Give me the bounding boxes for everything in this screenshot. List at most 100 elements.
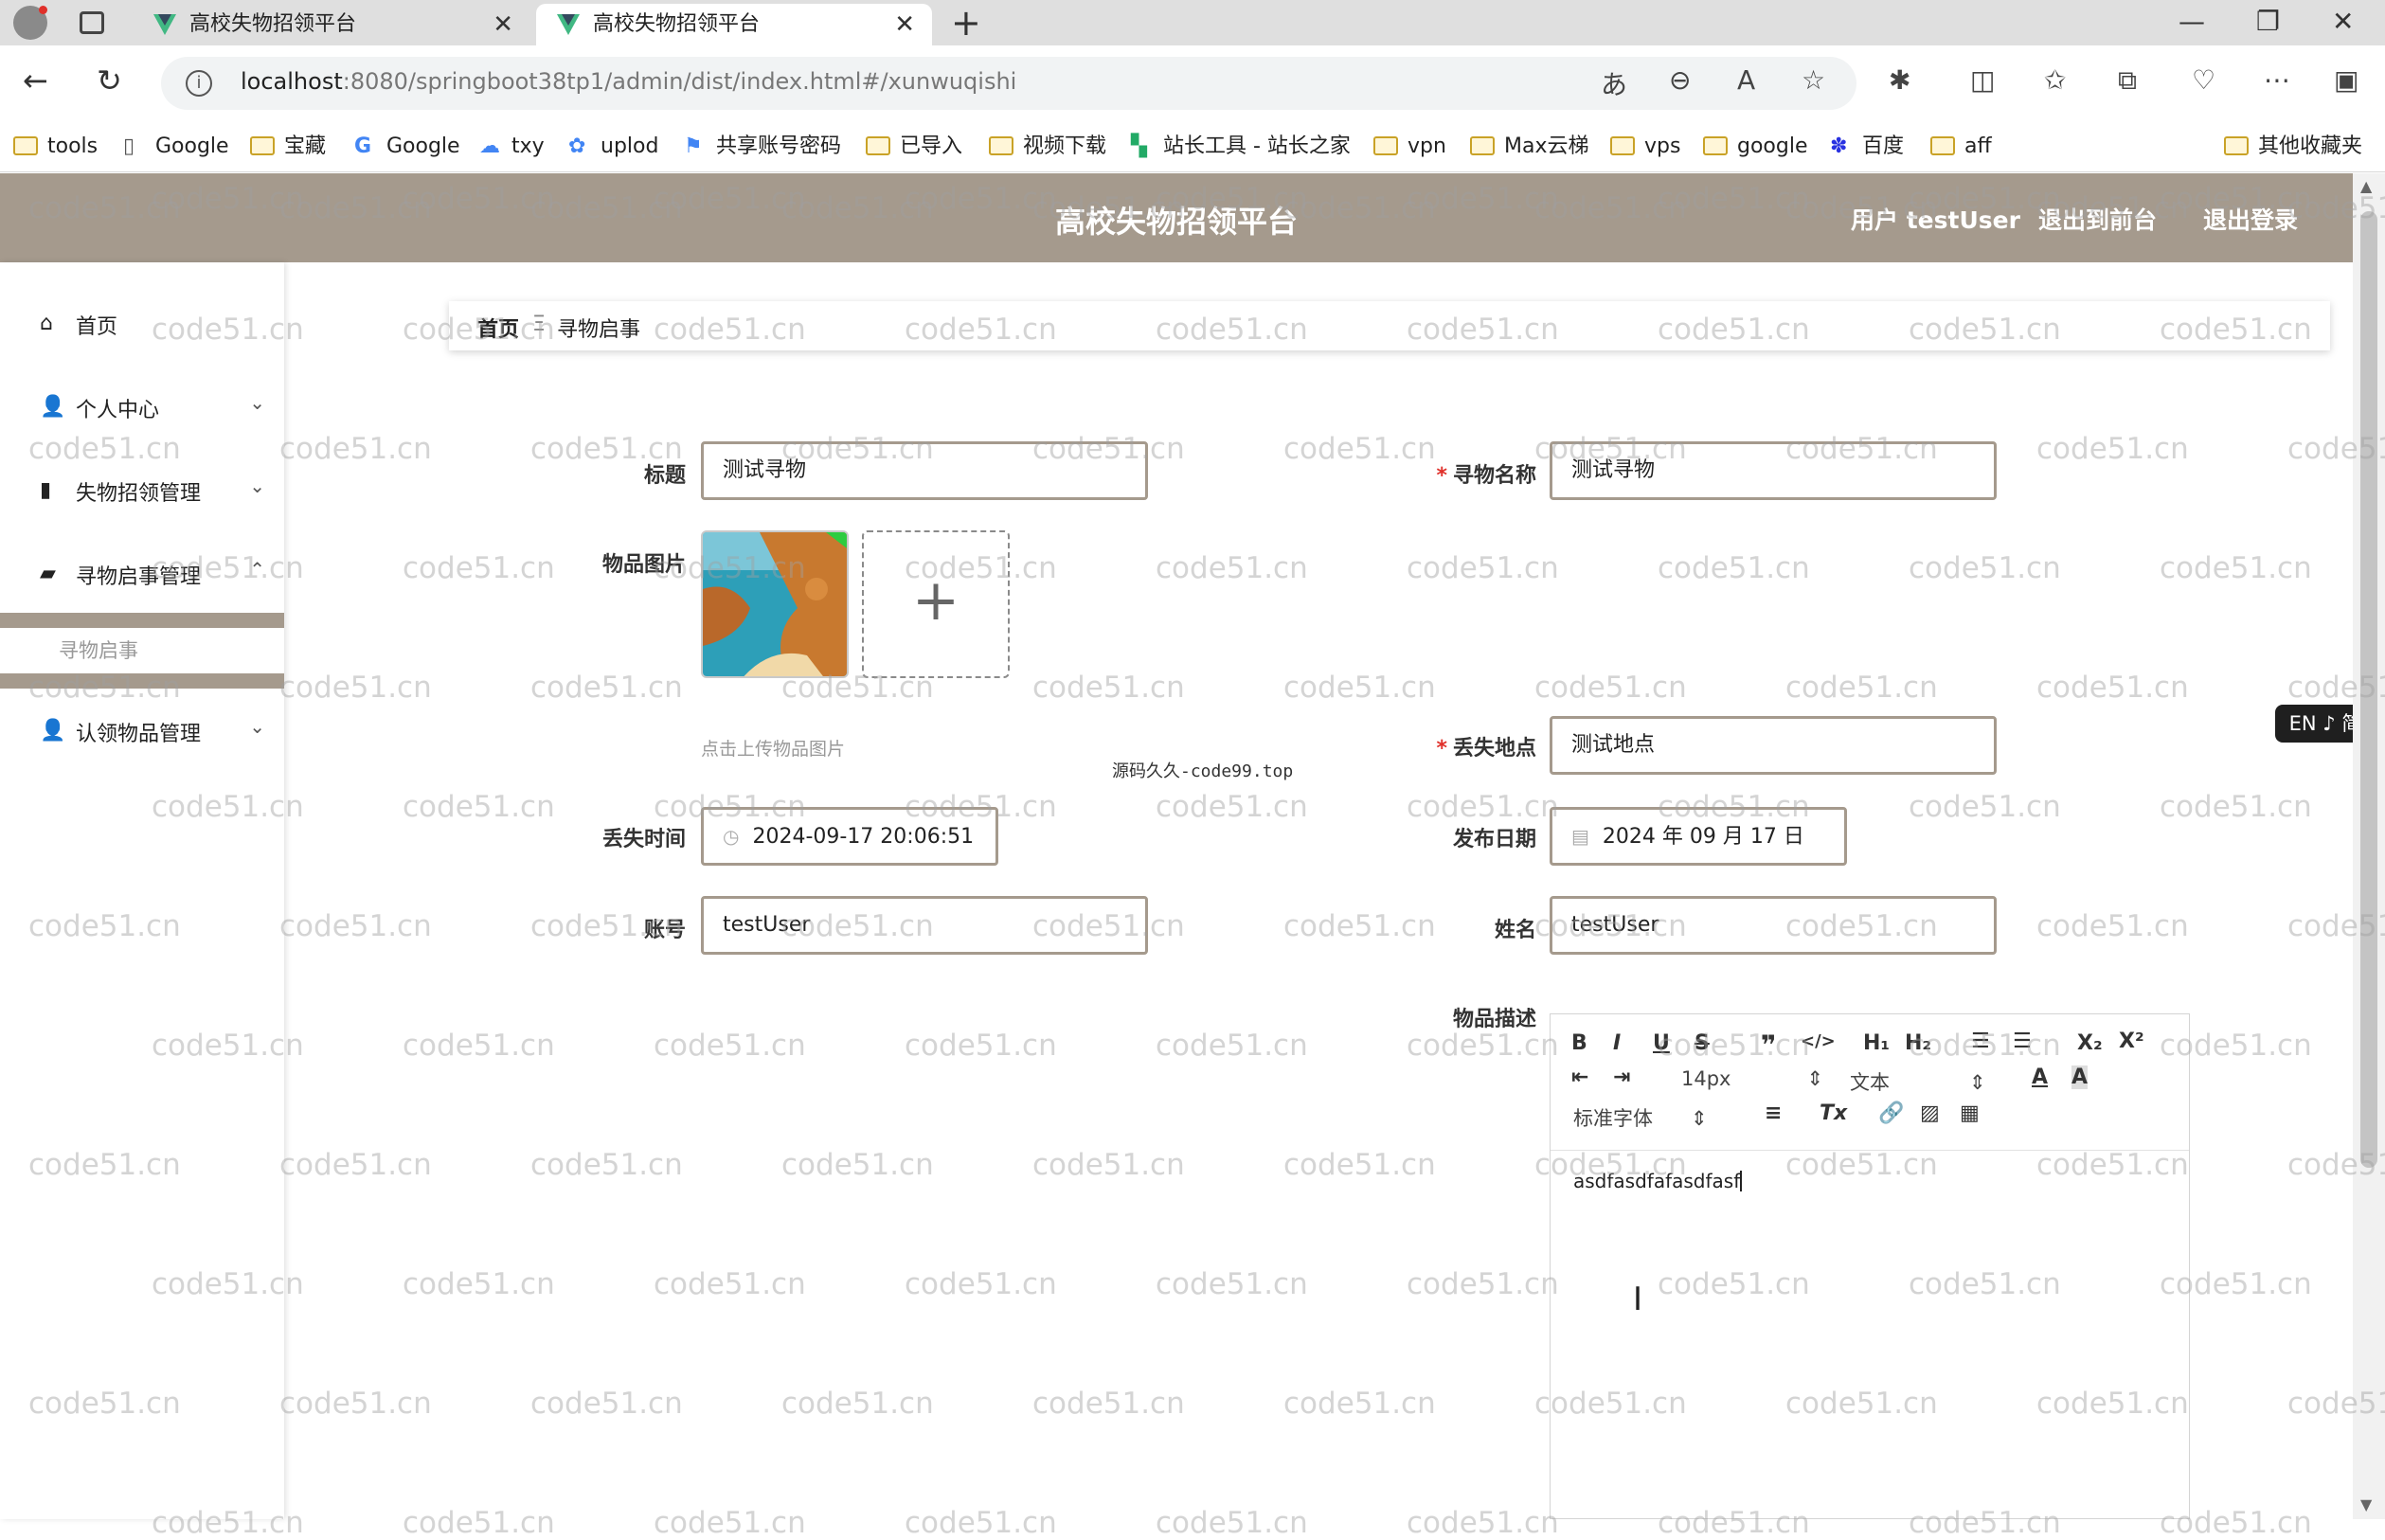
favorites-icon[interactable]: ✩ (2044, 64, 2066, 96)
browser-tab-2[interactable]: 高校失物招领平台 ✕ (536, 4, 932, 45)
clock-icon: ◷ (723, 825, 740, 848)
calendar-icon: ▤ (1571, 825, 1589, 848)
extensions-icon[interactable]: ✱ (1889, 64, 1910, 96)
scrollbar-thumb[interactable] (2360, 211, 2377, 1168)
title-input[interactable]: 测试寻物 (701, 441, 1148, 500)
favorite-star-icon[interactable]: ☆ (1802, 64, 1825, 96)
font-size-select[interactable]: 14px ⇕ (1681, 1067, 1823, 1090)
font-color-icon[interactable]: A (2032, 1065, 2048, 1089)
back-to-front-button[interactable]: 退出到前台 (2038, 202, 2157, 236)
bookmark-aff[interactable]: aff (1930, 133, 1992, 161)
reload-icon[interactable]: ↻ (97, 63, 122, 98)
time-input[interactable]: ◷ 2024-09-17 20:06:51 (701, 807, 998, 866)
blockquote-icon[interactable]: ❞ (1761, 1030, 1776, 1061)
date-input[interactable]: ▤ 2024 年 09 月 17 日 (1550, 807, 1847, 866)
sidebar-toggle-icon[interactable]: ▣ (2334, 64, 2358, 96)
wallet-icon: ▰ (40, 562, 56, 585)
bookmark-baidu[interactable]: ✽ 百度 (1830, 133, 1904, 161)
heading-1-icon[interactable]: H₁ (1863, 1031, 1890, 1055)
sidebar-item-search-notice[interactable]: ▰ 寻物启事管理 ⌃ (0, 545, 284, 601)
account-input[interactable]: testUser (701, 896, 1148, 955)
logout-button[interactable]: 退出登录 (2203, 202, 2298, 236)
scroll-down-icon[interactable]: ▼ (2360, 1495, 2372, 1513)
underline-icon[interactable]: U (1653, 1031, 1670, 1055)
bookmark-tools[interactable]: tools (13, 133, 98, 161)
font-family-select[interactable]: 标准字体 ⇕ (1573, 1103, 1708, 1132)
translate-icon[interactable]: あ (1601, 64, 1627, 102)
bookmark-google-folder[interactable]: google (1703, 133, 1808, 161)
performance-icon[interactable]: ♡ (2192, 64, 2215, 96)
sidebar-item-home[interactable]: ⌂ 首页 (0, 295, 284, 351)
watermark-text: code51.cn (530, 671, 683, 705)
ordered-list-icon[interactable]: ☰ (1971, 1030, 1990, 1053)
editor-content[interactable]: asdfasdfafasdfasf (1573, 1170, 1743, 1192)
tab-actions-icon[interactable] (80, 11, 104, 34)
italic-icon[interactable]: I (1613, 1031, 1621, 1055)
more-menu-icon[interactable]: ⋯ (2264, 64, 2290, 96)
background-color-icon[interactable]: A (2071, 1065, 2089, 1089)
site-info-icon[interactable]: i (186, 70, 212, 97)
close-tab-icon[interactable]: ✕ (894, 4, 915, 45)
bookmark-imported[interactable]: 已导入 (866, 133, 962, 161)
username-input[interactable]: testUser (1550, 896, 1997, 955)
bookmark-webmaster-tools[interactable]: ▚ 站长工具 - 站长之家 (1131, 133, 1351, 161)
sidebar-item-claim[interactable]: 👤 认领物品管理 ⌄ (0, 702, 284, 759)
editor-text: asdfasdfafasdfasf (1573, 1170, 1741, 1192)
close-tab-icon[interactable]: ✕ (493, 4, 513, 45)
bookmark-other[interactable]: 其他收藏夹 (2224, 133, 2362, 161)
video-icon[interactable]: ▦ (1960, 1101, 1980, 1125)
watermark-text: code51.cn (530, 1148, 683, 1182)
heading-2-icon[interactable]: H₂ (1905, 1031, 1931, 1055)
header-select[interactable]: 文本 ⇕ (1850, 1067, 1986, 1096)
link-icon[interactable]: 🔗 (1878, 1101, 1904, 1125)
google-icon: G (354, 134, 372, 158)
align-icon[interactable]: ≡ (1765, 1101, 1782, 1125)
browser-tab-1[interactable]: 高校失物招领平台 ✕ (133, 4, 530, 45)
clear-format-icon[interactable]: Tx (1820, 1101, 1847, 1125)
add-image-button[interactable]: + (862, 530, 1010, 678)
bookmark-vps[interactable]: vps (1610, 133, 1680, 161)
bold-icon[interactable]: B (1571, 1031, 1587, 1055)
name-input[interactable]: 测试寻物 (1550, 441, 1997, 500)
subscript-icon[interactable]: X₂ (2077, 1031, 2103, 1055)
bookmark-txy[interactable]: ☁ txy (479, 133, 545, 161)
breadcrumb-home[interactable]: 首页 (477, 313, 519, 343)
submenu-item-search-notice[interactable]: 寻物启事 (0, 628, 284, 673)
scroll-up-icon[interactable]: ▲ (2360, 177, 2372, 195)
url-text[interactable]: localhost:8080/springboot38tp1/admin/dis… (241, 68, 1016, 95)
bookmark-vpn[interactable]: vpn (1373, 133, 1446, 161)
page-scrollbar[interactable]: ▲ ▼ (2353, 173, 2385, 1519)
bookmark-label: Google (386, 134, 460, 158)
superscript-icon[interactable]: X² (2119, 1030, 2144, 1053)
outdent-icon[interactable]: ⇤ (1571, 1065, 1588, 1089)
bookmark-max[interactable]: Max云梯 (1470, 133, 1588, 161)
watermark-text: code51.cn (1032, 671, 1185, 705)
sidebar-item-lost-found[interactable]: ▮ 失物招领管理 ⌄ (0, 461, 284, 518)
new-tab-icon[interactable]: + (951, 2, 981, 44)
bookmark-treasure[interactable]: 宝藏 (250, 133, 326, 161)
code-block-icon[interactable]: </> (1801, 1031, 1836, 1051)
read-aloud-icon[interactable]: A (1737, 64, 1755, 96)
close-window-icon[interactable]: ✕ (2332, 6, 2354, 37)
uploaded-image[interactable] (701, 530, 849, 678)
place-input[interactable]: 测试地点 (1550, 716, 1997, 775)
bookmark-video-download[interactable]: 视频下载 (989, 133, 1106, 161)
bookmark-google[interactable]: G Google (354, 133, 460, 161)
bullet-list-icon[interactable]: ☰ (2013, 1030, 2032, 1053)
image-icon[interactable]: ▨ (1920, 1101, 1940, 1125)
sidebar-item-personal-center[interactable]: 👤 个人中心 ⌄ (0, 378, 284, 435)
indent-icon[interactable]: ⇥ (1613, 1065, 1630, 1089)
back-icon[interactable]: ← (23, 63, 48, 98)
zoom-out-icon[interactable]: ⊖ (1669, 64, 1691, 96)
profile-avatar-icon[interactable] (13, 6, 47, 40)
split-screen-icon[interactable]: ◫ (1970, 64, 1995, 96)
bookmark-shared-accounts[interactable]: ⚑ 共享账号密码 (684, 133, 841, 161)
text-caret (1740, 1171, 1743, 1191)
bookmark-google-doc[interactable]: ▯ Google (123, 133, 229, 161)
collections-icon[interactable]: ⧉ (2118, 64, 2137, 97)
sidebar-item-label: 认领物品管理 (76, 723, 202, 746)
bookmark-uplod[interactable]: ✿ uplod (568, 133, 658, 161)
strike-icon[interactable]: S (1695, 1031, 1710, 1055)
minimize-icon[interactable]: — (2179, 6, 2205, 37)
restore-icon[interactable]: ❐ (2256, 6, 2280, 37)
